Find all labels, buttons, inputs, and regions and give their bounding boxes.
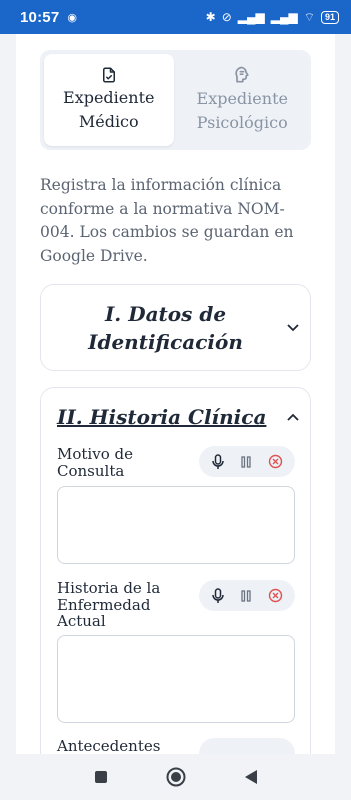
- status-time: 10:57: [20, 8, 60, 26]
- pause-icon[interactable]: [240, 589, 252, 603]
- stop-icon[interactable]: [268, 588, 283, 603]
- bluetooth-icon: ✱: [205, 10, 216, 24]
- signal-icon-2: ▂▄▆: [270, 10, 298, 24]
- recent-apps-icon[interactable]: [94, 770, 108, 784]
- tab-expediente-psicologico[interactable]: Expediente Psicológico: [178, 54, 308, 146]
- status-icons: ✱ ⊘ ▂▄▆ ▂▄▆ ⌔ 91: [206, 10, 339, 25]
- section-title: I. Datos de Identificación: [88, 301, 243, 354]
- motivo-consulta-textarea[interactable]: [57, 486, 295, 564]
- chevron-down-icon[interactable]: [276, 323, 310, 332]
- back-icon[interactable]: [244, 769, 258, 785]
- intro-text: Registra la información clínica conforme…: [40, 176, 294, 265]
- vibrate-icon: ⊘: [221, 10, 232, 24]
- pause-icon[interactable]: [240, 455, 252, 469]
- microphone-icon[interactable]: [211, 587, 225, 604]
- field-label: Motivo de Consulta: [57, 445, 133, 480]
- system-nav-bar: [0, 754, 351, 800]
- head-brain-icon: [235, 66, 249, 83]
- wifi-icon: ⌔: [303, 9, 315, 24]
- voice-controls: [199, 446, 295, 477]
- historia-enfermedad-textarea[interactable]: [57, 635, 295, 723]
- stop-icon[interactable]: [268, 454, 283, 469]
- field-label: Historia de la Enfermedad Actual: [57, 579, 161, 630]
- tab-label: Expediente Médico: [63, 88, 155, 131]
- status-bar: 10:57 ◉ ✱ ⊘ ▂▄▆ ▂▄▆ ⌔ 91: [0, 0, 351, 34]
- microphone-icon[interactable]: [211, 453, 225, 470]
- voice-controls: [199, 738, 295, 754]
- record-tabs: Expediente Médico Expediente Psicológico: [40, 50, 311, 150]
- chevron-up-icon[interactable]: [276, 413, 310, 421]
- section-title: II. Historia Clínica: [57, 405, 267, 429]
- medical-file-icon: [102, 67, 115, 83]
- app-notification-icon: ◉: [67, 11, 77, 24]
- section-historia-clinica: II. Historia Clínica Motivo de Consulta …: [40, 387, 311, 754]
- signal-icon: ▂▄▆: [237, 10, 265, 24]
- tab-expediente-medico[interactable]: Expediente Médico: [44, 54, 174, 146]
- section-datos-identificacion[interactable]: I. Datos de Identificación: [40, 284, 311, 371]
- section-header[interactable]: II. Historia Clínica: [41, 388, 310, 446]
- tab-label: Expediente Psicológico: [196, 89, 288, 132]
- battery-icon: 91: [320, 10, 339, 24]
- home-icon[interactable]: [166, 767, 186, 787]
- field-label: Antecedentes: [57, 737, 161, 754]
- page-card: Expediente Médico Expediente Psicológico…: [16, 34, 335, 754]
- voice-controls: [199, 580, 295, 611]
